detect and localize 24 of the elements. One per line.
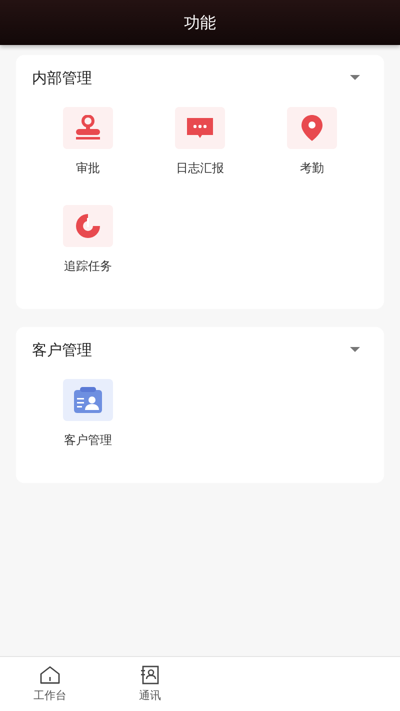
function-label: 考勤 [300, 160, 324, 177]
function-tile[interactable]: 考勤 [256, 107, 368, 205]
function-label: 追踪任务 [64, 258, 112, 275]
function-tile[interactable]: 审批 [32, 107, 144, 205]
tab-button[interactable]: 通讯 [100, 657, 200, 711]
section-title: 客户管理 [32, 340, 92, 361]
dropdown-caret-icon[interactable] [350, 347, 360, 353]
target-icon [73, 211, 103, 241]
function-label: 日志汇报 [176, 160, 224, 177]
function-label: 审批 [76, 160, 100, 177]
chat-bubble-icon [185, 116, 215, 140]
section-title: 内部管理 [32, 68, 92, 89]
dropdown-caret-icon[interactable] [350, 75, 360, 81]
header-title: 功能 [184, 12, 216, 34]
id-card-icon [73, 386, 103, 414]
function-label: 客户管理 [64, 432, 112, 449]
function-tile[interactable]: 追踪任务 [32, 205, 144, 303]
stamp-icon [74, 115, 102, 141]
home-icon [39, 665, 61, 686]
contact-card-icon [140, 665, 160, 686]
tab-button[interactable]: 工作台 [0, 657, 100, 711]
location-pin-icon [300, 114, 324, 142]
function-tile[interactable]: 客户管理 [32, 379, 144, 477]
function-tile[interactable]: 日志汇报 [144, 107, 256, 205]
